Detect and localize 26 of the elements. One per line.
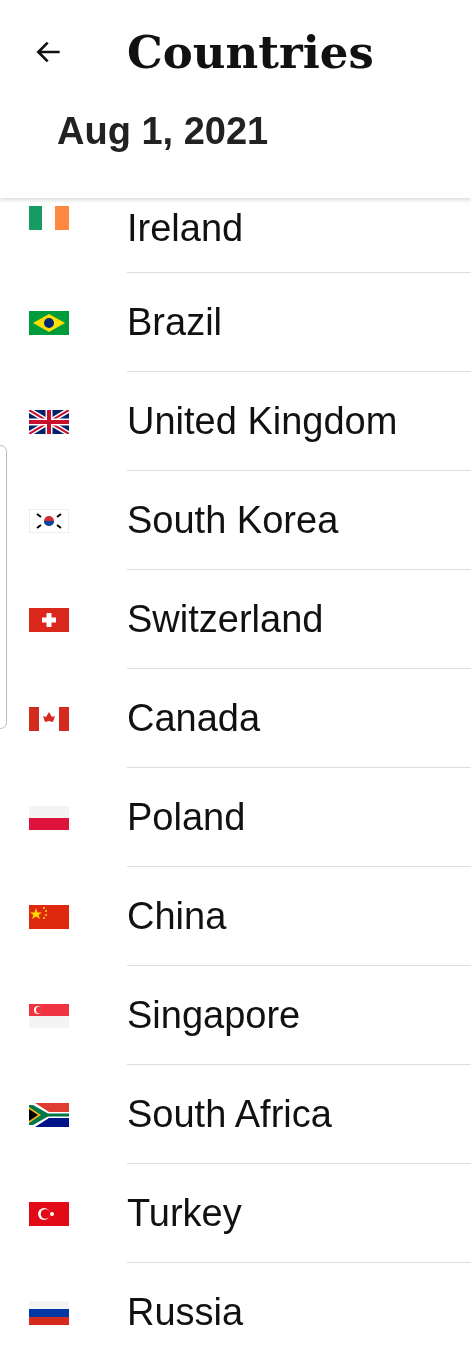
flag-icon: [29, 607, 69, 632]
flag-icon: [29, 1102, 69, 1127]
flag-icon: [29, 508, 69, 533]
country-name[interactable]: South Africa: [127, 1065, 471, 1164]
page-title: Countries: [127, 25, 374, 79]
date-label: Aug 1, 2021: [57, 110, 270, 153]
country-name[interactable]: Brazil: [127, 273, 471, 372]
flag-icon: [29, 1201, 69, 1226]
flag-icon: [29, 409, 69, 434]
country-name[interactable]: Russia: [127, 1263, 471, 1356]
country-name[interactable]: Singapore: [127, 966, 471, 1065]
flag-icon: [29, 706, 69, 731]
country-name[interactable]: China: [127, 867, 471, 966]
flag-icon: [29, 1300, 69, 1325]
country-name[interactable]: Canada: [127, 669, 471, 768]
flag-icon: [29, 805, 69, 830]
country-name[interactable]: Ireland: [127, 198, 471, 273]
country-name[interactable]: South Korea: [127, 471, 471, 570]
flag-icon: [29, 206, 69, 230]
flag-icon: [29, 1003, 69, 1028]
flag-icon: [29, 310, 69, 335]
country-name[interactable]: Poland: [127, 768, 471, 867]
flag-icon: [29, 904, 69, 929]
country-name[interactable]: United Kingdom: [127, 372, 471, 471]
country-name[interactable]: Switzerland: [127, 570, 471, 669]
country-name[interactable]: Turkey: [127, 1164, 471, 1263]
